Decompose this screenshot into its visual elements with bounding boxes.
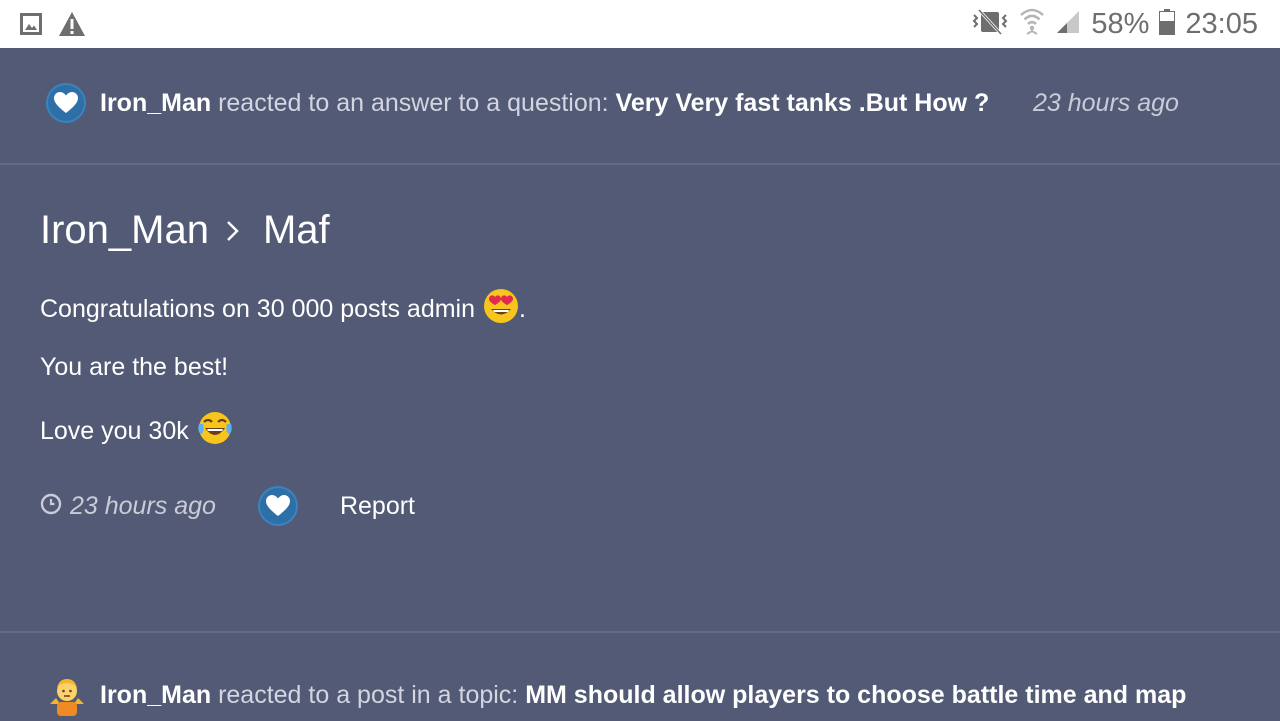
warning-icon <box>58 11 86 42</box>
gallery-icon <box>20 13 42 40</box>
post-timestamp: 23 hours ago <box>70 491 216 520</box>
user-link[interactable]: Iron_Man <box>100 681 211 709</box>
post-meta: 23 hours ago Report <box>40 485 415 527</box>
subject-link[interactable]: MM should allow players to choose battle… <box>525 681 1186 709</box>
activity-action: reacted to an answer to a question: <box>211 88 616 117</box>
activity-text: Iron_Man reacted to an answer to a quest… <box>100 89 989 118</box>
activity-item[interactable]: Iron_Man reacted to a post in a topic: M… <box>0 670 1280 720</box>
post-author-link[interactable]: Iron_Man <box>40 208 209 253</box>
post-text: . <box>519 295 526 323</box>
activity-action: reacted to a post in a topic: <box>211 680 526 709</box>
battery-percent: 58% <box>1091 7 1150 40</box>
activity-feed: Iron_Man reacted to an answer to a quest… <box>0 48 1280 720</box>
activity-text: Iron_Man reacted to a post in a topic: M… <box>100 681 1186 710</box>
post-text: You are the best! <box>40 353 229 381</box>
clock: 23:05 <box>1185 7 1258 40</box>
user-link[interactable]: Iron_Man <box>100 89 211 117</box>
chevron-right-icon <box>225 219 241 243</box>
clock-icon <box>40 493 62 520</box>
divider <box>0 163 1280 165</box>
shrug-icon <box>46 674 88 716</box>
tears-of-joy-emoji-icon <box>197 410 233 453</box>
heart-icon <box>46 83 86 123</box>
post-line: You are the best! <box>40 353 228 382</box>
wifi-icon <box>1019 7 1045 42</box>
subject-link[interactable]: Very Very fast tanks .But How ? <box>616 89 990 117</box>
post-line: Love you 30k <box>40 410 233 453</box>
post-line: Congratulations on 30 000 posts admin . <box>40 288 526 331</box>
activity-item[interactable]: Iron_Man reacted to an answer to a quest… <box>0 78 1280 128</box>
activity-timestamp: 23 hours ago <box>1033 88 1179 117</box>
post-title: Iron_Man Maf <box>40 208 330 253</box>
report-button[interactable]: Report <box>340 492 415 521</box>
post-recipient-link[interactable]: Maf <box>263 208 330 253</box>
status-bar: 58% 23:05 <box>0 0 1280 48</box>
vibrate-icon <box>971 7 1009 42</box>
heart-eyes-emoji-icon <box>483 288 519 331</box>
signal-icon <box>1055 9 1081 40</box>
battery-icon <box>1159 8 1176 40</box>
post-text: Congratulations on 30 000 posts admin <box>40 295 476 323</box>
heart-icon[interactable] <box>257 486 298 526</box>
post-text: Love you 30k <box>40 417 189 445</box>
divider <box>0 631 1280 633</box>
